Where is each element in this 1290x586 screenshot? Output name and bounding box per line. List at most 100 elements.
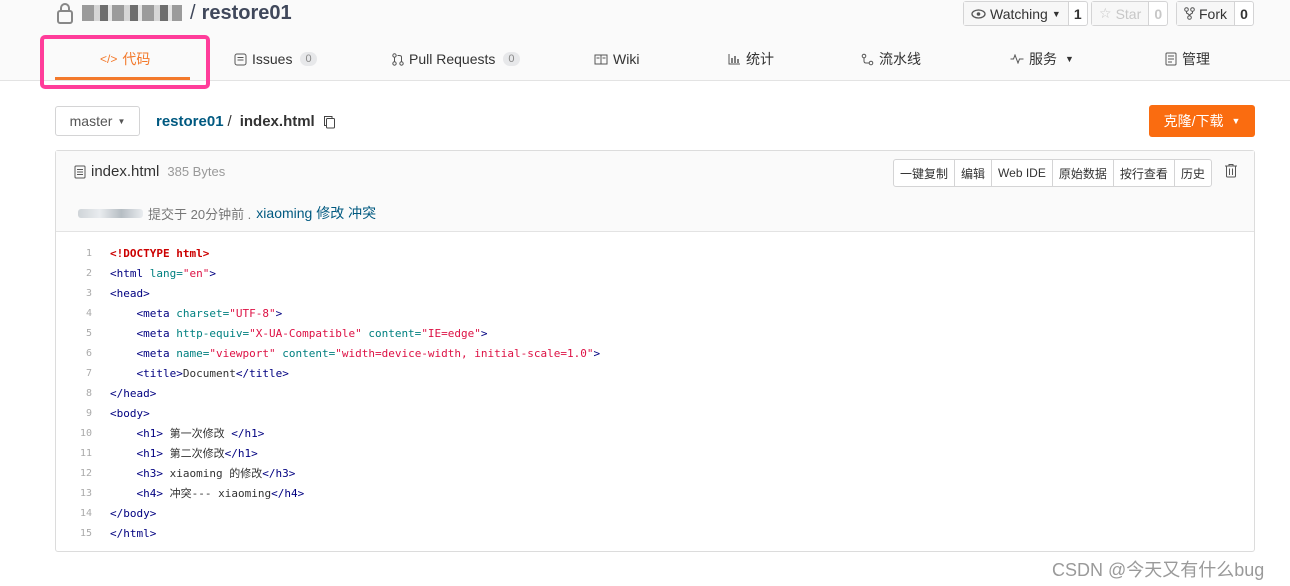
blame-button[interactable]: 按行查看 <box>1114 160 1175 186</box>
tab-wiki-label: Wiki <box>613 51 640 67</box>
code-line: 9 <body> <box>56 403 1254 423</box>
code-line: 5 <meta http-equiv="X-UA-Compatible" con… <box>56 323 1254 343</box>
tab-pipeline[interactable]: 流水线 <box>861 38 921 80</box>
file-viewer: index.html 385 Bytes 一键复制 编辑 Web IDE 原始数… <box>55 150 1255 552</box>
repo-owner-blurred[interactable] <box>82 5 182 21</box>
breadcrumb-repo-link[interactable]: restore01 <box>156 113 224 130</box>
watermark: CSDN @今天又有什么bug <box>1052 560 1265 580</box>
file-size: 385 Bytes <box>167 164 226 179</box>
tab-stats-label: 统计 <box>746 51 774 67</box>
tab-services-label: 服务 <box>1029 51 1057 67</box>
tab-issues[interactable]: Issues 0 <box>234 38 317 80</box>
code-line: 8 </head> <box>56 383 1254 403</box>
line-number[interactable]: 5 <box>56 328 92 339</box>
line-number[interactable]: 11 <box>56 448 92 459</box>
line-number[interactable]: 7 <box>56 368 92 379</box>
history-button[interactable]: 历史 <box>1175 160 1211 186</box>
watch-label: Watching <box>990 5 1048 22</box>
code-line: 14 </body> <box>56 503 1254 523</box>
chevron-down-icon: ▼ <box>117 116 126 126</box>
file-header: index.html 385 Bytes 一键复制 编辑 Web IDE 原始数… <box>56 151 1254 232</box>
star-count[interactable]: 0 <box>1149 2 1167 25</box>
tab-pull-requests[interactable]: Pull Requests 0 <box>392 38 520 80</box>
line-number[interactable]: 6 <box>56 348 92 359</box>
pulse-icon <box>1010 54 1024 64</box>
chart-icon <box>728 54 740 65</box>
fork-button[interactable]: Fork 0 <box>1176 1 1254 26</box>
line-number[interactable]: 14 <box>56 508 92 519</box>
committer-blurred[interactable] <box>78 208 143 218</box>
line-number[interactable]: 12 <box>56 468 92 479</box>
commit-time: 提交于 20分钟前 . <box>148 206 252 222</box>
annotation-highlight-box <box>40 35 210 89</box>
line-number[interactable]: 1 <box>56 248 92 259</box>
repo-header: / restore01 Watching ▼ 1 ☆ Star 0 Fork 0… <box>0 0 1290 89</box>
pipeline-icon <box>861 53 874 65</box>
tab-wiki[interactable]: Wiki <box>594 38 639 80</box>
chevron-down-icon: ▼ <box>1231 116 1241 126</box>
copy-all-button[interactable]: 一键复制 <box>894 160 956 186</box>
tab-manage[interactable]: 管理 <box>1165 38 1210 80</box>
file-icon <box>74 165 86 178</box>
code-line: 10 <h1> 第一次修改 </h1> <box>56 423 1254 443</box>
web-ide-button[interactable]: Web IDE <box>992 160 1053 186</box>
commit-message-link[interactable]: xiaoming 修改 冲突 <box>256 203 376 223</box>
line-number[interactable]: 13 <box>56 488 92 499</box>
breadcrumb: restore01 / index.html <box>156 113 336 130</box>
code-line: 11 <h1> 第二次修改</h1> <box>56 443 1254 463</box>
breadcrumb-separator: / <box>227 113 232 130</box>
tab-pipeline-label: 流水线 <box>879 51 921 67</box>
issues-icon <box>234 53 247 65</box>
pull-request-icon <box>392 52 404 66</box>
branch-select[interactable]: master ▼ <box>55 106 140 136</box>
line-number[interactable]: 9 <box>56 408 92 419</box>
file-actions: 一键复制 编辑 Web IDE 原始数据 按行查看 历史 <box>893 159 1212 187</box>
file-title: index.html 385 Bytes <box>74 163 225 180</box>
pull-requests-count-badge: 0 <box>503 52 520 66</box>
line-number[interactable]: 10 <box>56 428 92 439</box>
line-number[interactable]: 4 <box>56 308 92 319</box>
issues-count-badge: 0 <box>300 52 317 66</box>
code-line: 4 <meta charset="UTF-8"> <box>56 303 1254 323</box>
star-icon: ☆ <box>1099 5 1112 21</box>
code-line: 1 <!DOCTYPE html> <box>56 243 1254 263</box>
line-number[interactable]: 15 <box>56 528 92 539</box>
tab-stats[interactable]: 统计 <box>728 38 774 80</box>
watch-count[interactable]: 1 <box>1069 2 1087 25</box>
copy-icon[interactable] <box>323 115 336 129</box>
code-line: 7 <title>Document</title> <box>56 363 1254 383</box>
fork-count[interactable]: 0 <box>1235 2 1253 25</box>
line-number[interactable]: 3 <box>56 288 92 299</box>
branch-label: master <box>69 113 113 129</box>
wiki-icon <box>594 54 608 64</box>
star-button[interactable]: ☆ Star 0 <box>1091 1 1169 26</box>
chevron-down-icon: ▼ <box>1051 8 1061 19</box>
clone-download-label: 克隆/下载 <box>1163 113 1224 129</box>
eye-icon <box>971 8 986 19</box>
code-line: 15 </html> <box>56 523 1254 543</box>
last-commit: 提交于 20分钟前 . xiaoming 修改 冲突 <box>78 203 376 223</box>
tab-pull-requests-label: Pull Requests <box>409 51 496 67</box>
code-line: 3 <head> <box>56 283 1254 303</box>
clone-download-button[interactable]: 克隆/下载 ▼ <box>1149 105 1255 137</box>
settings-doc-icon <box>1165 52 1177 66</box>
line-number[interactable]: 8 <box>56 388 92 399</box>
raw-button[interactable]: 原始数据 <box>1053 160 1114 186</box>
file-name: index.html <box>91 163 160 180</box>
tab-issues-label: Issues <box>252 51 293 67</box>
edit-button[interactable]: 编辑 <box>955 160 993 186</box>
fork-icon <box>1184 7 1195 20</box>
repo-name[interactable]: restore01 <box>202 2 292 25</box>
code-line: 6 <meta name="viewport" content="width=d… <box>56 343 1254 363</box>
line-number[interactable]: 2 <box>56 268 92 279</box>
code-line: 12 <h3> xiaoming 的修改</h3> <box>56 463 1254 483</box>
breadcrumb-file: index.html <box>239 113 315 130</box>
fork-label: Fork <box>1199 5 1227 22</box>
star-label: Star <box>1115 5 1142 22</box>
tab-services[interactable]: 服务 ▼ <box>1010 38 1074 80</box>
tab-manage-label: 管理 <box>1182 51 1210 67</box>
lock-icon <box>57 3 73 24</box>
trash-icon[interactable] <box>1224 163 1238 178</box>
watch-button[interactable]: Watching ▼ 1 <box>963 1 1088 26</box>
code-line: 13 <h4> 冲突--- xiaoming</h4> <box>56 483 1254 503</box>
